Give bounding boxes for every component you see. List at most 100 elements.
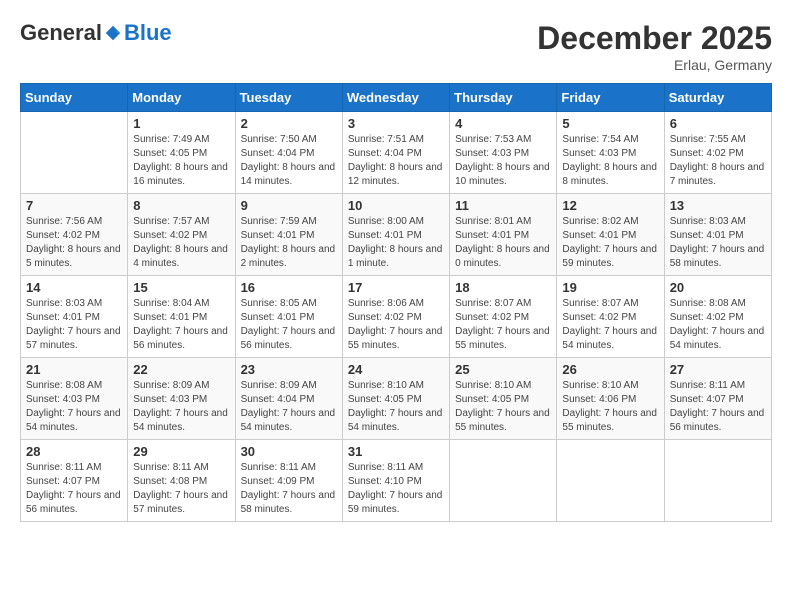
- day-info: Sunrise: 8:11 AMSunset: 4:07 PMDaylight:…: [670, 379, 766, 435]
- day-info: Sunrise: 8:11 AMSunset: 4:10 PMDaylight:…: [348, 461, 444, 517]
- weekday-header-saturday: Saturday: [664, 84, 771, 112]
- logo-icon: [104, 24, 122, 42]
- day-number: 6: [670, 116, 766, 131]
- day-info: Sunrise: 8:10 AMSunset: 4:05 PMDaylight:…: [348, 379, 444, 435]
- day-info: Sunrise: 8:06 AMSunset: 4:02 PMDaylight:…: [348, 297, 444, 353]
- day-number: 22: [133, 362, 229, 377]
- day-number: 8: [133, 198, 229, 213]
- calendar-cell: 16 Sunrise: 8:05 AMSunset: 4:01 PMDayligh…: [235, 276, 342, 358]
- day-number: 19: [562, 280, 658, 295]
- calendar-cell: 8 Sunrise: 7:57 AMSunset: 4:02 PMDaylight…: [128, 194, 235, 276]
- day-number: 27: [670, 362, 766, 377]
- calendar-cell: 17 Sunrise: 8:06 AMSunset: 4:02 PMDayligh…: [342, 276, 449, 358]
- day-info: Sunrise: 8:11 AMSunset: 4:09 PMDaylight:…: [241, 461, 337, 517]
- calendar-cell: 26 Sunrise: 8:10 AMSunset: 4:06 PMDayligh…: [557, 358, 664, 440]
- calendar-cell: 30 Sunrise: 8:11 AMSunset: 4:09 PMDayligh…: [235, 440, 342, 522]
- calendar-cell: [557, 440, 664, 522]
- calendar-week-row: 14Sunrise: 8:03 AMSunset: 4:01 PMDayligh…: [21, 276, 772, 358]
- weekday-header-monday: Monday: [128, 84, 235, 112]
- calendar-week-row: 28Sunrise: 8:11 AMSunset: 4:07 PMDayligh…: [21, 440, 772, 522]
- weekday-header-sunday: Sunday: [21, 84, 128, 112]
- day-number: 15: [133, 280, 229, 295]
- calendar-cell: [664, 440, 771, 522]
- weekday-header-friday: Friday: [557, 84, 664, 112]
- calendar-week-row: 1Sunrise: 7:49 AMSunset: 4:05 PMDaylight…: [21, 112, 772, 194]
- logo-general-text: General: [20, 20, 102, 46]
- day-info: Sunrise: 7:51 AMSunset: 4:04 PMDaylight:…: [348, 133, 444, 189]
- day-info: Sunrise: 7:55 AMSunset: 4:02 PMDaylight:…: [670, 133, 766, 189]
- calendar-cell: 19 Sunrise: 8:07 AMSunset: 4:02 PMDayligh…: [557, 276, 664, 358]
- day-number: 25: [455, 362, 551, 377]
- day-number: 29: [133, 444, 229, 459]
- calendar-cell: [21, 112, 128, 194]
- location-text: Erlau, Germany: [537, 57, 772, 73]
- day-info: Sunrise: 8:01 AMSunset: 4:01 PMDaylight:…: [455, 215, 551, 271]
- day-number: 24: [348, 362, 444, 377]
- day-info: Sunrise: 7:49 AMSunset: 4:05 PMDaylight:…: [133, 133, 229, 189]
- day-info: Sunrise: 7:53 AMSunset: 4:03 PMDaylight:…: [455, 133, 551, 189]
- calendar-cell: 3 Sunrise: 7:51 AMSunset: 4:04 PMDaylight…: [342, 112, 449, 194]
- day-info: Sunrise: 8:04 AMSunset: 4:01 PMDaylight:…: [133, 297, 229, 353]
- weekday-header-tuesday: Tuesday: [235, 84, 342, 112]
- logo: General Blue: [20, 20, 172, 46]
- day-number: 20: [670, 280, 766, 295]
- calendar-cell: 31 Sunrise: 8:11 AMSunset: 4:10 PMDayligh…: [342, 440, 449, 522]
- day-number: 21: [26, 362, 122, 377]
- month-title: December 2025: [537, 20, 772, 57]
- day-number: 3: [348, 116, 444, 131]
- day-number: 26: [562, 362, 658, 377]
- day-number: 11: [455, 198, 551, 213]
- day-info: Sunrise: 8:07 AMSunset: 4:02 PMDaylight:…: [562, 297, 658, 353]
- day-info: Sunrise: 8:00 AMSunset: 4:01 PMDaylight:…: [348, 215, 444, 271]
- day-info: Sunrise: 8:02 AMSunset: 4:01 PMDaylight:…: [562, 215, 658, 271]
- calendar-cell: 11 Sunrise: 8:01 AMSunset: 4:01 PMDayligh…: [450, 194, 557, 276]
- day-number: 31: [348, 444, 444, 459]
- day-info: Sunrise: 7:54 AMSunset: 4:03 PMDaylight:…: [562, 133, 658, 189]
- day-info: Sunrise: 7:56 AMSunset: 4:02 PMDaylight:…: [26, 215, 122, 271]
- weekday-header-wednesday: Wednesday: [342, 84, 449, 112]
- calendar-cell: 7Sunrise: 7:56 AMSunset: 4:02 PMDaylight…: [21, 194, 128, 276]
- day-info: Sunrise: 7:50 AMSunset: 4:04 PMDaylight:…: [241, 133, 337, 189]
- day-info: Sunrise: 8:10 AMSunset: 4:06 PMDaylight:…: [562, 379, 658, 435]
- calendar-cell: 15 Sunrise: 8:04 AMSunset: 4:01 PMDayligh…: [128, 276, 235, 358]
- day-info: Sunrise: 8:03 AMSunset: 4:01 PMDaylight:…: [670, 215, 766, 271]
- day-info: Sunrise: 8:08 AMSunset: 4:02 PMDaylight:…: [670, 297, 766, 353]
- calendar-cell: 20 Sunrise: 8:08 AMSunset: 4:02 PMDayligh…: [664, 276, 771, 358]
- title-block: December 2025 Erlau, Germany: [537, 20, 772, 73]
- calendar-cell: 21Sunrise: 8:08 AMSunset: 4:03 PMDayligh…: [21, 358, 128, 440]
- calendar-cell: 2Sunrise: 7:50 AMSunset: 4:04 PMDaylight…: [235, 112, 342, 194]
- calendar-cell: 6 Sunrise: 7:55 AMSunset: 4:02 PMDaylight…: [664, 112, 771, 194]
- day-number: 16: [241, 280, 337, 295]
- calendar-cell: 28Sunrise: 8:11 AMSunset: 4:07 PMDayligh…: [21, 440, 128, 522]
- day-number: 28: [26, 444, 122, 459]
- calendar-cell: 1Sunrise: 7:49 AMSunset: 4:05 PMDaylight…: [128, 112, 235, 194]
- day-number: 14: [26, 280, 122, 295]
- calendar-cell: 18Sunrise: 8:07 AMSunset: 4:02 PMDayligh…: [450, 276, 557, 358]
- day-info: Sunrise: 8:05 AMSunset: 4:01 PMDaylight:…: [241, 297, 337, 353]
- calendar-cell: 14Sunrise: 8:03 AMSunset: 4:01 PMDayligh…: [21, 276, 128, 358]
- weekday-header-thursday: Thursday: [450, 84, 557, 112]
- day-number: 30: [241, 444, 337, 459]
- calendar-cell: 9Sunrise: 7:59 AMSunset: 4:01 PMDaylight…: [235, 194, 342, 276]
- calendar-week-row: 21Sunrise: 8:08 AMSunset: 4:03 PMDayligh…: [21, 358, 772, 440]
- day-info: Sunrise: 8:09 AMSunset: 4:03 PMDaylight:…: [133, 379, 229, 435]
- calendar-cell: 23Sunrise: 8:09 AMSunset: 4:04 PMDayligh…: [235, 358, 342, 440]
- calendar-cell: 13Sunrise: 8:03 AMSunset: 4:01 PMDayligh…: [664, 194, 771, 276]
- calendar-cell: [450, 440, 557, 522]
- calendar-cell: 25 Sunrise: 8:10 AMSunset: 4:05 PMDayligh…: [450, 358, 557, 440]
- calendar-cell: 12 Sunrise: 8:02 AMSunset: 4:01 PMDayligh…: [557, 194, 664, 276]
- day-number: 18: [455, 280, 551, 295]
- weekday-header-row: SundayMondayTuesdayWednesdayThursdayFrid…: [21, 84, 772, 112]
- day-number: 10: [348, 198, 444, 213]
- day-info: Sunrise: 8:09 AMSunset: 4:04 PMDaylight:…: [241, 379, 337, 435]
- calendar-cell: 4Sunrise: 7:53 AMSunset: 4:03 PMDaylight…: [450, 112, 557, 194]
- day-info: Sunrise: 7:57 AMSunset: 4:02 PMDaylight:…: [133, 215, 229, 271]
- day-info: Sunrise: 8:10 AMSunset: 4:05 PMDaylight:…: [455, 379, 551, 435]
- calendar-week-row: 7Sunrise: 7:56 AMSunset: 4:02 PMDaylight…: [21, 194, 772, 276]
- day-number: 17: [348, 280, 444, 295]
- calendar-cell: 27 Sunrise: 8:11 AMSunset: 4:07 PMDayligh…: [664, 358, 771, 440]
- logo-blue-text: Blue: [124, 20, 172, 46]
- day-number: 12: [562, 198, 658, 213]
- calendar-cell: 24 Sunrise: 8:10 AMSunset: 4:05 PMDayligh…: [342, 358, 449, 440]
- day-number: 9: [241, 198, 337, 213]
